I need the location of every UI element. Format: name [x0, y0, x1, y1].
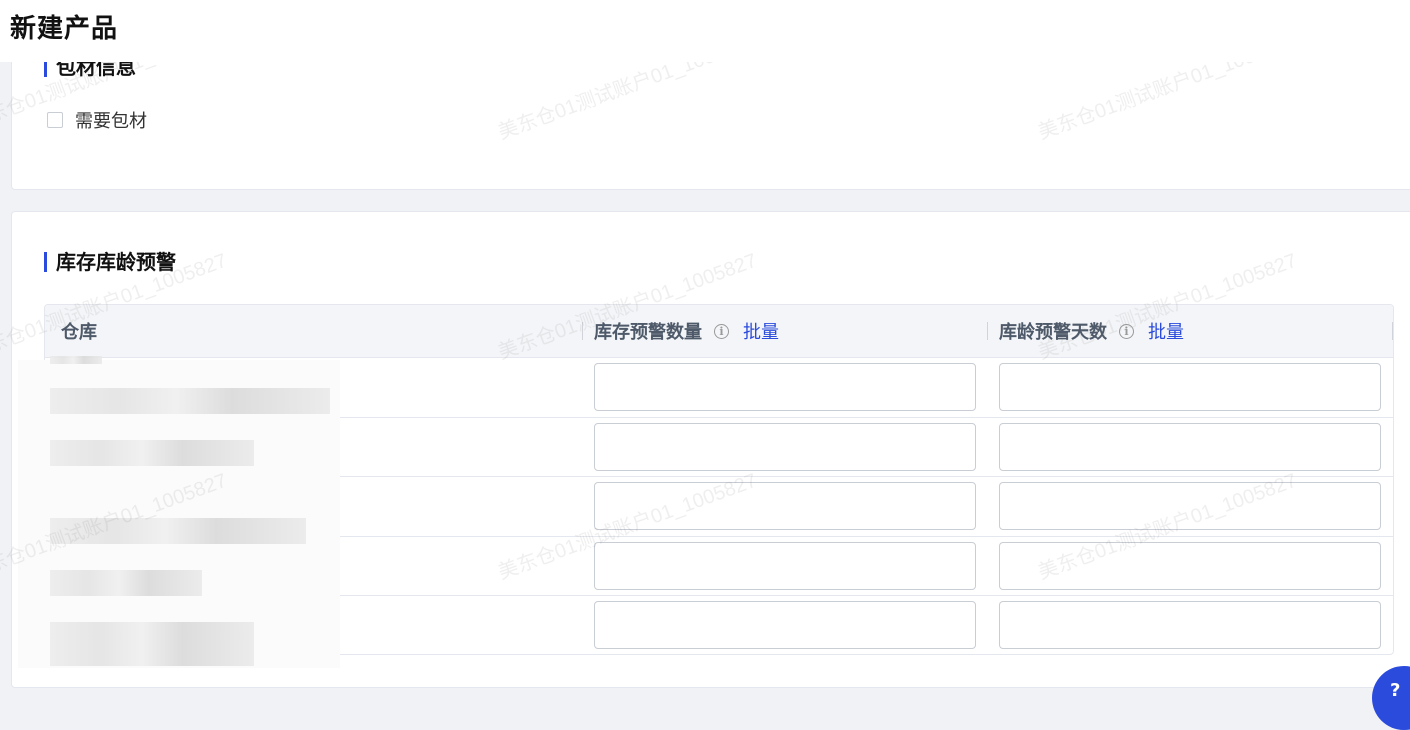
need-packaging-label: 需要包材	[75, 111, 147, 132]
info-icon[interactable]: i	[714, 323, 729, 339]
age-days-input[interactable]	[999, 422, 1381, 471]
table-header: 仓库 库存预警数量 i 批量 库龄预警天数 i 批量	[45, 305, 1393, 358]
stock-qty-input[interactable]	[594, 363, 976, 411]
age-days-input[interactable]	[999, 482, 1381, 530]
page-header: 新建产品	[0, 0, 1410, 62]
batch-age-days-link[interactable]: 批量	[1148, 318, 1184, 344]
redacted-text	[50, 388, 330, 414]
age-days-input[interactable]	[999, 541, 1381, 590]
stock-qty-input[interactable]	[594, 601, 976, 649]
warehouse-header-label: 仓库	[61, 322, 97, 343]
redacted-text	[50, 570, 202, 596]
redacted-text	[50, 440, 254, 466]
age-days-input[interactable]	[999, 363, 1381, 411]
column-header-age-days: 库龄预警天数 i 批量	[999, 305, 1184, 357]
batch-stock-qty-link[interactable]: 批量	[743, 318, 779, 344]
redacted-text	[50, 518, 306, 544]
column-divider	[987, 322, 988, 340]
column-header-stock-qty: 库存预警数量 i 批量	[594, 305, 779, 357]
need-packaging-checkbox[interactable]: 需要包材	[47, 107, 147, 133]
stock-qty-input[interactable]	[594, 541, 976, 590]
help-icon: ?	[1390, 680, 1401, 701]
redacted-warehouse-names	[18, 356, 340, 668]
stock-qty-header-label: 库存预警数量	[594, 322, 702, 343]
info-icon[interactable]: i	[1119, 323, 1134, 339]
age-days-header-label: 库龄预警天数	[999, 322, 1107, 343]
stock-qty-input[interactable]	[594, 422, 976, 471]
page-title: 新建产品	[10, 14, 119, 44]
redacted-text	[50, 356, 102, 364]
redacted-text	[50, 622, 254, 666]
column-divider	[1392, 322, 1393, 340]
age-days-input[interactable]	[999, 601, 1381, 649]
stock-qty-input[interactable]	[594, 482, 976, 530]
column-header-warehouse: 仓库	[61, 305, 97, 357]
checkbox-box[interactable]	[47, 112, 63, 128]
packaging-section: 包材信息 需要包材	[11, 40, 1410, 190]
column-divider	[582, 322, 583, 340]
stock-age-alert-title: 库存库龄预警	[44, 250, 176, 274]
